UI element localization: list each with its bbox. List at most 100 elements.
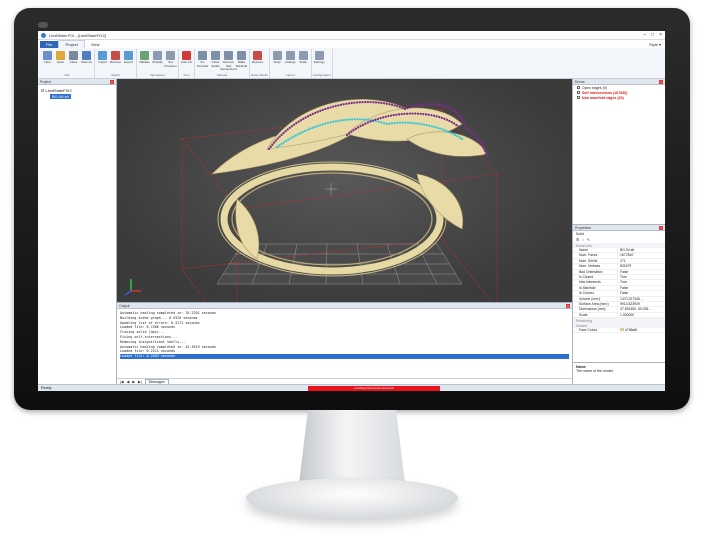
- ribbon-icon: [111, 51, 120, 60]
- 3d-viewport[interactable]: [117, 79, 572, 302]
- output-panel: Output x Automatic healing completed in:…: [117, 302, 572, 385]
- ribbon-button[interactable]: Settings: [313, 49, 326, 73]
- ribbon-button[interactable]: Make Manifold: [235, 49, 248, 73]
- ribbon-button-label: Open: [56, 60, 65, 64]
- expand-icon[interactable]: [577, 91, 580, 94]
- tree-item[interactable]: BG-94.stl: [41, 93, 113, 99]
- ribbon-button[interactable]: Simplify: [151, 49, 164, 73]
- bracelet-model: [124, 99, 498, 302]
- error-item[interactable]: Non manifold edges (20): [573, 95, 665, 100]
- ribbon-button[interactable]: Remove Self Intersections: [220, 49, 237, 73]
- ribbon-icon: [82, 51, 91, 60]
- property-value: False: [617, 285, 665, 291]
- nav-first-icon[interactable]: |◀: [120, 380, 124, 384]
- expand-icon[interactable]: [577, 86, 580, 89]
- nav-next-icon[interactable]: ▶: [132, 380, 135, 384]
- window-controls: – □ ×: [643, 32, 662, 38]
- ribbon-group: Import Remove Export Model: [95, 49, 137, 78]
- ribbon-button[interactable]: Remove: [251, 49, 264, 73]
- ribbon-group: New Open Close Save As File: [40, 49, 95, 78]
- ribbon-button-label: Fix Normals: [196, 60, 209, 68]
- property-key: Is Manifold: [579, 285, 596, 290]
- ribbon-group-label: Operations: [150, 73, 165, 77]
- property-value: 831879: [617, 264, 665, 269]
- ribbon-icon: [153, 51, 162, 60]
- close-icon[interactable]: x: [566, 303, 570, 308]
- errors-list: Open edges (0) Self intersections (167930…: [573, 85, 665, 100]
- ribbon-button[interactable]: Remove: [109, 49, 122, 73]
- tree-item-label: BG-94.stl: [50, 93, 71, 99]
- ribbon-icon: [237, 51, 246, 60]
- ribbon-button[interactable]: Validate: [138, 49, 151, 73]
- ribbon-button[interactable]: Auto Fix: [180, 49, 193, 73]
- ribbon-group-label: Model: [111, 73, 120, 77]
- panel-title: Output: [119, 303, 130, 308]
- log-line: Loaded file: 0.2003 seconds: [120, 354, 569, 359]
- property-key: Surface Area (mm²): [579, 301, 609, 306]
- property-value: 1677840: [617, 253, 665, 258]
- property-value: BG-94.stl: [617, 248, 665, 253]
- ribbon-button[interactable]: Set Precision: [164, 49, 177, 73]
- expand-icon[interactable]: [577, 96, 580, 99]
- ribbon-button[interactable]: Fix Normals: [196, 49, 209, 73]
- property-value: 9913.823949: [617, 301, 665, 307]
- ribbon-group-label: Layout: [285, 73, 295, 77]
- ribbon-button-label: Validate: [139, 60, 150, 64]
- ribbon-icon: [211, 51, 220, 60]
- close-icon[interactable]: x: [659, 225, 663, 230]
- monitor-stand-base: [246, 478, 458, 518]
- tab-view[interactable]: View: [85, 41, 106, 48]
- ribbon-icon: [285, 51, 295, 60]
- property-key: Is Convex: [579, 291, 595, 296]
- close-icon[interactable]: ×: [659, 32, 662, 38]
- property-key: Num. Shells: [579, 258, 598, 263]
- sort-categorized-icon[interactable]: ☰: [576, 238, 579, 242]
- ribbon-button-label: Export: [124, 60, 133, 64]
- style-menu[interactable]: Style ▾: [645, 41, 665, 48]
- project-tree: ⊟ LimitStateFIX2 BG-94.stl: [38, 85, 116, 101]
- sort-alpha-icon[interactable]: ↕: [582, 238, 584, 242]
- ribbon-icon: [253, 51, 262, 60]
- close-icon[interactable]: x: [659, 79, 663, 84]
- nav-last-icon[interactable]: ▶|: [138, 380, 142, 384]
- nav-prev-icon[interactable]: ◀: [127, 380, 130, 384]
- ribbon-icon: [140, 51, 149, 60]
- status-bar: Ready Locating intersected elements: [38, 384, 665, 391]
- ribbon-button[interactable]: Scale: [297, 49, 310, 73]
- property-grid: Name BG-94.stl Num. Faces 1677840 Num. Shell…: [573, 248, 665, 319]
- property-key: Bad Orientation: [579, 269, 603, 274]
- ribbon-button-label: Make Manifold: [235, 60, 248, 68]
- object-type-label: Solid: [576, 232, 584, 236]
- property-pages-icon[interactable]: ✎: [587, 238, 590, 242]
- ribbon-button-label: Close: [69, 60, 78, 64]
- panel-title: Properties: [575, 225, 591, 230]
- ribbon-button[interactable]: Import: [96, 49, 109, 73]
- property-key: Scale: [579, 312, 588, 317]
- ribbon-group: Remove Noise Shells: [250, 49, 270, 78]
- ribbon-button[interactable]: Arrange: [284, 49, 297, 73]
- status-text: Ready: [41, 386, 52, 390]
- ribbon-button[interactable]: Close: [67, 49, 80, 73]
- ribbon-button[interactable]: Save As: [80, 49, 93, 73]
- property-key: Num. Faces: [579, 253, 598, 258]
- property-key: Name: [579, 248, 589, 252]
- close-icon[interactable]: x: [110, 79, 114, 84]
- output-log[interactable]: Automatic healing completed in: 76.2701 …: [117, 309, 572, 378]
- error-label: Open edges (0): [582, 85, 607, 90]
- ribbon-icon: [56, 51, 65, 60]
- minimize-icon[interactable]: –: [643, 32, 646, 38]
- workspace: Project x ⊟ LimitStateFIX2 BG-94.stl Out…: [38, 79, 665, 385]
- tab-file[interactable]: File: [40, 41, 59, 48]
- tab-project[interactable]: Project: [58, 40, 85, 48]
- ribbon-button[interactable]: New: [41, 49, 54, 73]
- maximize-icon[interactable]: □: [651, 32, 654, 38]
- ribbon-icon: [314, 51, 324, 60]
- property-value: 47.891350, 50.035...: [617, 307, 665, 312]
- ribbon-button[interactable]: Open: [54, 49, 67, 73]
- ribbon-button[interactable]: Export: [122, 49, 135, 73]
- property-value: 1470.327345 ...: [617, 296, 665, 301]
- ribbon-button-label: Settings: [313, 60, 325, 64]
- ribbon-button[interactable]: Snap: [271, 49, 284, 73]
- panel-title: Errors: [575, 79, 585, 84]
- ribbon-button-label: Set Precision: [164, 60, 177, 68]
